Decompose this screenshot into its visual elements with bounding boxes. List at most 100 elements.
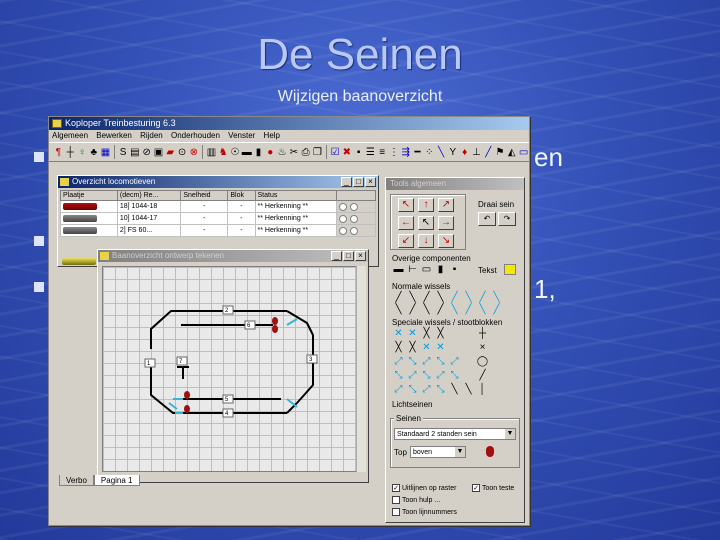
switch-icon[interactable]: ✕	[392, 328, 405, 340]
switch-icon[interactable]: ╳	[406, 342, 419, 354]
radio-button[interactable]	[338, 226, 347, 235]
switch-icon[interactable]: ╱	[448, 292, 461, 304]
switch-icon[interactable]	[462, 356, 475, 368]
component-icon[interactable]: ▪	[448, 264, 461, 276]
signal-icon[interactable]: ¶	[53, 146, 64, 159]
arrow-down-left-icon[interactable]: ↙	[398, 234, 414, 248]
arrow-up-icon[interactable]: ↑	[418, 198, 434, 212]
switch-icon[interactable]: ⤡	[434, 384, 447, 396]
radio-button[interactable]	[338, 214, 347, 223]
menu-bewerken[interactable]: Bewerken	[96, 131, 132, 140]
switch-icon[interactable]: ╱	[462, 304, 475, 316]
col-snelheid[interactable]: Snelheid	[180, 190, 229, 201]
col-blok[interactable]: Blok	[227, 190, 256, 201]
menu-rijden[interactable]: Rijden	[140, 131, 163, 140]
signal-type-select[interactable]: Standaard 2 standen sein ▼	[394, 428, 516, 440]
switch-icon[interactable]: ╲	[392, 304, 405, 316]
chevron-down-icon[interactable]: ▼	[455, 447, 465, 457]
switch-icon[interactable]: ╲	[434, 292, 447, 304]
radio-button[interactable]	[338, 202, 347, 211]
switch-icon[interactable]: ⤢	[420, 384, 433, 396]
switch-icon[interactable]: ⤡	[392, 370, 405, 382]
grid-icon[interactable]: ▦	[100, 146, 111, 159]
text-tool-label[interactable]: Tekst	[478, 266, 497, 275]
light-icon[interactable]: ♀	[77, 146, 88, 159]
cross-icon[interactable]: ×	[476, 342, 489, 354]
run-icon[interactable]: ☉	[230, 146, 241, 159]
component-icon[interactable]: ▮	[434, 264, 447, 276]
switch-icon[interactable]: ✕	[420, 342, 433, 354]
pause-icon[interactable]: ▮	[253, 146, 264, 159]
col-reeks[interactable]: (decm) Re...	[116, 190, 182, 201]
table-row[interactable]: 10] 1044-17 - - ** Herkenning **	[60, 212, 377, 225]
editor-titlebar[interactable]: Baanoverzicht ontwerp tekenen _ □ ×	[98, 250, 368, 262]
switch-icon[interactable]: ╲	[448, 384, 461, 396]
box-icon[interactable]: ▣	[153, 146, 164, 159]
folder-icon[interactable]: ▬	[241, 146, 252, 159]
align-grid-checkbox[interactable]: ✓ Uitlijnen op raster	[392, 484, 456, 492]
train-icon[interactable]: ♞	[218, 146, 229, 159]
delete-icon[interactable]: ✖	[341, 146, 352, 159]
switch-icon[interactable]: ╳	[434, 328, 447, 340]
buffer-icon[interactable]: │	[476, 384, 489, 396]
close-button[interactable]: ×	[355, 251, 366, 261]
rotate-right-button[interactable]: ↷	[498, 212, 516, 226]
minimize-button[interactable]: _	[331, 251, 342, 261]
switch-icon[interactable]: ╲	[420, 304, 433, 316]
s-icon[interactable]: S	[118, 146, 129, 159]
docs-icon[interactable]: ☰	[365, 146, 376, 159]
switch-icon[interactable]: ✕	[434, 342, 447, 354]
switch-icon[interactable]: ⤢	[448, 356, 461, 368]
switch-icon[interactable]: ⤢	[392, 356, 405, 368]
check-icon[interactable]: ☑	[330, 146, 341, 159]
switch-icon[interactable]	[448, 328, 461, 340]
switch-icon[interactable]: ⤡	[434, 356, 447, 368]
editor-scrollbar[interactable]	[356, 266, 366, 472]
switch-icon[interactable]: ⤡	[406, 384, 419, 396]
switch-icon[interactable]: ⤡	[448, 370, 461, 382]
show-line-numbers-checkbox[interactable]: Toon lijnnummers	[392, 508, 457, 516]
switch-icon[interactable]: ⤢	[392, 384, 405, 396]
arrow-up-left-icon[interactable]: ↖	[398, 198, 414, 212]
calendar-icon[interactable]: ▥	[206, 146, 217, 159]
switch-icon[interactable]: ╲	[448, 304, 461, 316]
bar-icon[interactable]: ⊥	[471, 146, 482, 159]
switch-icon[interactable]	[448, 342, 461, 354]
arrow-up-right-icon[interactable]: ↗	[438, 198, 454, 212]
component-icon[interactable]: ▭	[420, 264, 433, 276]
maximize-button[interactable]: □	[343, 251, 354, 261]
switch-icon[interactable]: ✕	[406, 328, 419, 340]
show-test-checkbox[interactable]: ✓ Toon teste	[472, 484, 514, 492]
text-color-swatch[interactable]	[504, 264, 516, 275]
loco-icon[interactable]: ▰	[165, 146, 176, 159]
slash-icon[interactable]: ⊘	[141, 146, 152, 159]
table-icon[interactable]: ▤	[130, 146, 141, 159]
switch-icon[interactable]: ╱	[392, 292, 405, 304]
switch-icon[interactable]	[462, 342, 475, 354]
switch-icon[interactable]: ⤢	[420, 356, 433, 368]
chevron-down-icon[interactable]: ▼	[505, 429, 515, 439]
switch-icon[interactable]	[462, 370, 475, 382]
menu-algemeen[interactable]: Algemeen	[52, 131, 88, 140]
switch-icon[interactable]: ╱	[406, 304, 419, 316]
print-icon[interactable]: ⎙	[300, 146, 311, 159]
switch-icon[interactable]: ╲	[490, 292, 503, 304]
menu-help[interactable]: Help	[264, 131, 280, 140]
switch-icon[interactable]: ⤡	[406, 356, 419, 368]
switch-icon[interactable]: ╱	[483, 146, 494, 159]
window-icon[interactable]: ▭	[518, 146, 529, 159]
steam-icon[interactable]: ♨	[277, 146, 288, 159]
triangle-icon[interactable]: ◭	[506, 146, 517, 159]
diag-icon[interactable]: ╲	[436, 146, 447, 159]
arrow-left-icon[interactable]: ←	[398, 216, 414, 230]
switch-icon[interactable]: ╲	[406, 292, 419, 304]
switch-icon[interactable]: ╲	[462, 292, 475, 304]
record-icon[interactable]: ●	[265, 146, 276, 159]
tools-titlebar[interactable]: Tools algemeen	[386, 178, 524, 190]
switch-icon[interactable]	[462, 328, 475, 340]
dots-icon[interactable]: ⁘	[424, 146, 435, 159]
y-icon[interactable]: Y	[447, 146, 458, 159]
col-plaatje[interactable]: Plaatje	[60, 190, 118, 201]
show-help-checkbox[interactable]: Toon hulp ...	[392, 496, 440, 504]
rotate-left-button[interactable]: ↶	[478, 212, 496, 226]
